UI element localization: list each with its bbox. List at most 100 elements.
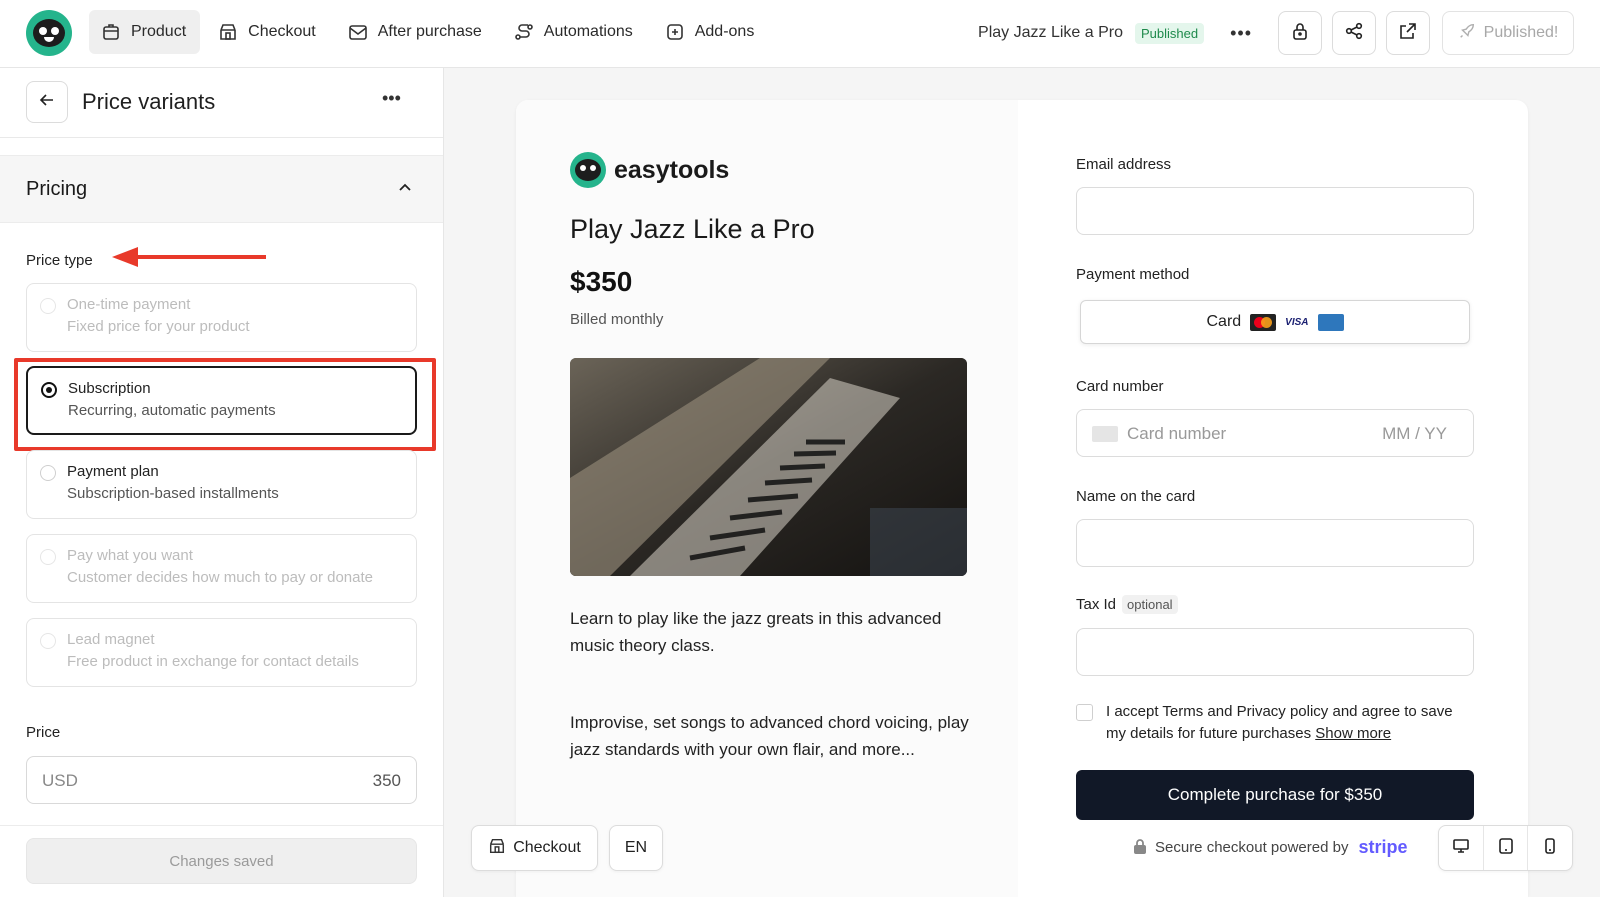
checkout-preview-label: Checkout [513,839,581,856]
stripe-logo: stripe [1358,837,1408,857]
changes-saved-button[interactable]: Changes saved [26,838,417,884]
name-on-card-field[interactable] [1076,519,1474,567]
show-more-link[interactable]: Show more [1315,725,1391,742]
complete-purchase-button[interactable]: Complete purchase for $350 [1076,770,1474,820]
more-options-icon[interactable]: ••• [1230,23,1252,44]
back-button[interactable] [26,81,68,123]
main-nav: Product Checkout After purchase Automati… [89,10,768,54]
product-price: $350 [570,266,633,297]
price-option-lead-magnet[interactable]: Lead magnet Free product in exchange for… [26,618,417,687]
brand-name: easytools [614,155,730,184]
settings-panel: Price variants ••• Pricing Price type On… [0,68,444,897]
pricing-section-header[interactable]: Pricing [0,155,443,223]
mastercard-icon [1250,313,1277,331]
card-number-label: Card number [1076,378,1164,395]
visa-icon: VISA [1285,316,1309,328]
option-title: Payment plan [67,463,159,480]
terms-checkbox[interactable] [1076,704,1093,721]
tax-id-field[interactable] [1076,628,1474,676]
box-icon [101,22,121,42]
tablet-view-button[interactable] [1484,826,1529,870]
product-description-2: Improvise, set songs to advanced chord v… [570,713,969,759]
panel-footer: Changes saved [0,825,443,897]
option-title: Lead magnet [67,631,155,648]
card-number-field[interactable]: Card number MM / YY [1076,409,1474,457]
product-description-1: Learn to play like the jazz greats in th… [570,609,942,655]
chevron-up-icon [398,180,412,199]
email-label: Email address [1076,156,1172,173]
nav-automations[interactable]: Automations [502,10,647,54]
header-actions: Play Jazz Like a Pro Published ••• Publi… [978,10,1600,56]
store-icon [488,837,506,860]
price-currency: USD [42,771,78,790]
price-option-pay-what-you-want[interactable]: Pay what you want Customer decides how m… [26,534,417,603]
rocket-icon [1458,22,1476,45]
external-link-icon [1398,21,1418,46]
product-image [570,358,967,576]
radio-pay-what-you-want[interactable] [40,549,56,565]
payment-method-card[interactable]: Card VISA [1080,300,1470,344]
nav-product-label: Product [131,23,187,40]
option-description: Fixed price for your product [67,318,250,335]
panel-title: Price variants [82,89,216,114]
amex-icon [1317,313,1344,331]
brand-logo-icon [570,152,606,188]
terms-text: I accept Terms and Privacy policy and ag… [1106,701,1476,745]
lock-button[interactable] [1278,11,1322,55]
terms-label: I accept Terms and Privacy policy and ag… [1106,703,1453,742]
radio-payment-plan[interactable] [40,465,56,481]
option-description: Customer decides how much to pay or dona… [67,569,373,586]
expiry-placeholder: MM / YY [1382,424,1447,443]
checkout-preview-button[interactable]: Checkout [471,825,598,871]
open-external-button[interactable] [1386,11,1430,55]
annotation-highlight-box [14,358,436,451]
price-input[interactable]: USD 350 [26,756,417,804]
arrow-left-icon [39,92,55,113]
radio-one-time[interactable] [40,298,56,314]
billing-period: Billed monthly [570,311,664,328]
nav-product[interactable]: Product [89,10,201,54]
nav-after-purchase-label: After purchase [377,23,482,40]
tablet-icon [1497,837,1515,860]
secure-checkout: Secure checkout powered by stripe [1133,837,1407,858]
tax-id-label: Tax Id optional [1076,595,1178,614]
padlock-icon [1133,838,1147,858]
option-title: Pay what you want [67,547,193,564]
share-button[interactable] [1332,11,1376,55]
panel-header: Price variants ••• [0,68,443,138]
nav-checkout-label: Checkout [248,23,316,40]
card-number-placeholder: Card number [1127,424,1227,443]
mail-icon [348,22,368,42]
price-type-label: Price type [26,252,93,269]
product-summary: easytools Play Jazz Like a Pro $350 Bill… [516,100,1018,897]
price-value: 350 [372,771,401,790]
published-button[interactable]: Published! [1442,11,1574,55]
nav-checkout[interactable]: Checkout [206,10,330,54]
share-icon [1344,21,1364,46]
lock-icon [1290,21,1310,46]
desktop-view-button[interactable] [1439,826,1484,870]
panel-more-icon[interactable]: ••• [382,88,401,109]
payment-method-label: Payment method [1076,266,1190,283]
optional-badge: optional [1122,595,1178,614]
brand: easytools [570,152,729,188]
mobile-view-button[interactable] [1528,826,1572,870]
annotation-arrow-icon [112,247,266,267]
radio-lead-magnet[interactable] [40,633,56,649]
plus-square-icon [665,22,685,42]
price-option-payment-plan[interactable]: Payment plan Subscription-based installm… [26,450,417,519]
price-option-one-time[interactable]: One-time payment Fixed price for your pr… [26,283,417,352]
device-switcher [1438,825,1573,871]
option-description: Free product in exchange for contact det… [67,653,359,670]
price-label: Price [26,724,61,741]
language-button[interactable]: EN [609,825,663,871]
app-logo[interactable] [26,10,72,56]
route-icon [514,22,534,42]
product-name: Play Jazz Like a Pro [570,214,815,244]
product-title: Play Jazz Like a Pro [978,24,1123,41]
nav-add-ons[interactable]: Add-ons [653,10,769,54]
nav-after-purchase[interactable]: After purchase [336,10,496,54]
option-title: One-time payment [67,296,191,313]
pricing-section-title: Pricing [26,178,88,200]
email-field[interactable] [1076,187,1474,235]
